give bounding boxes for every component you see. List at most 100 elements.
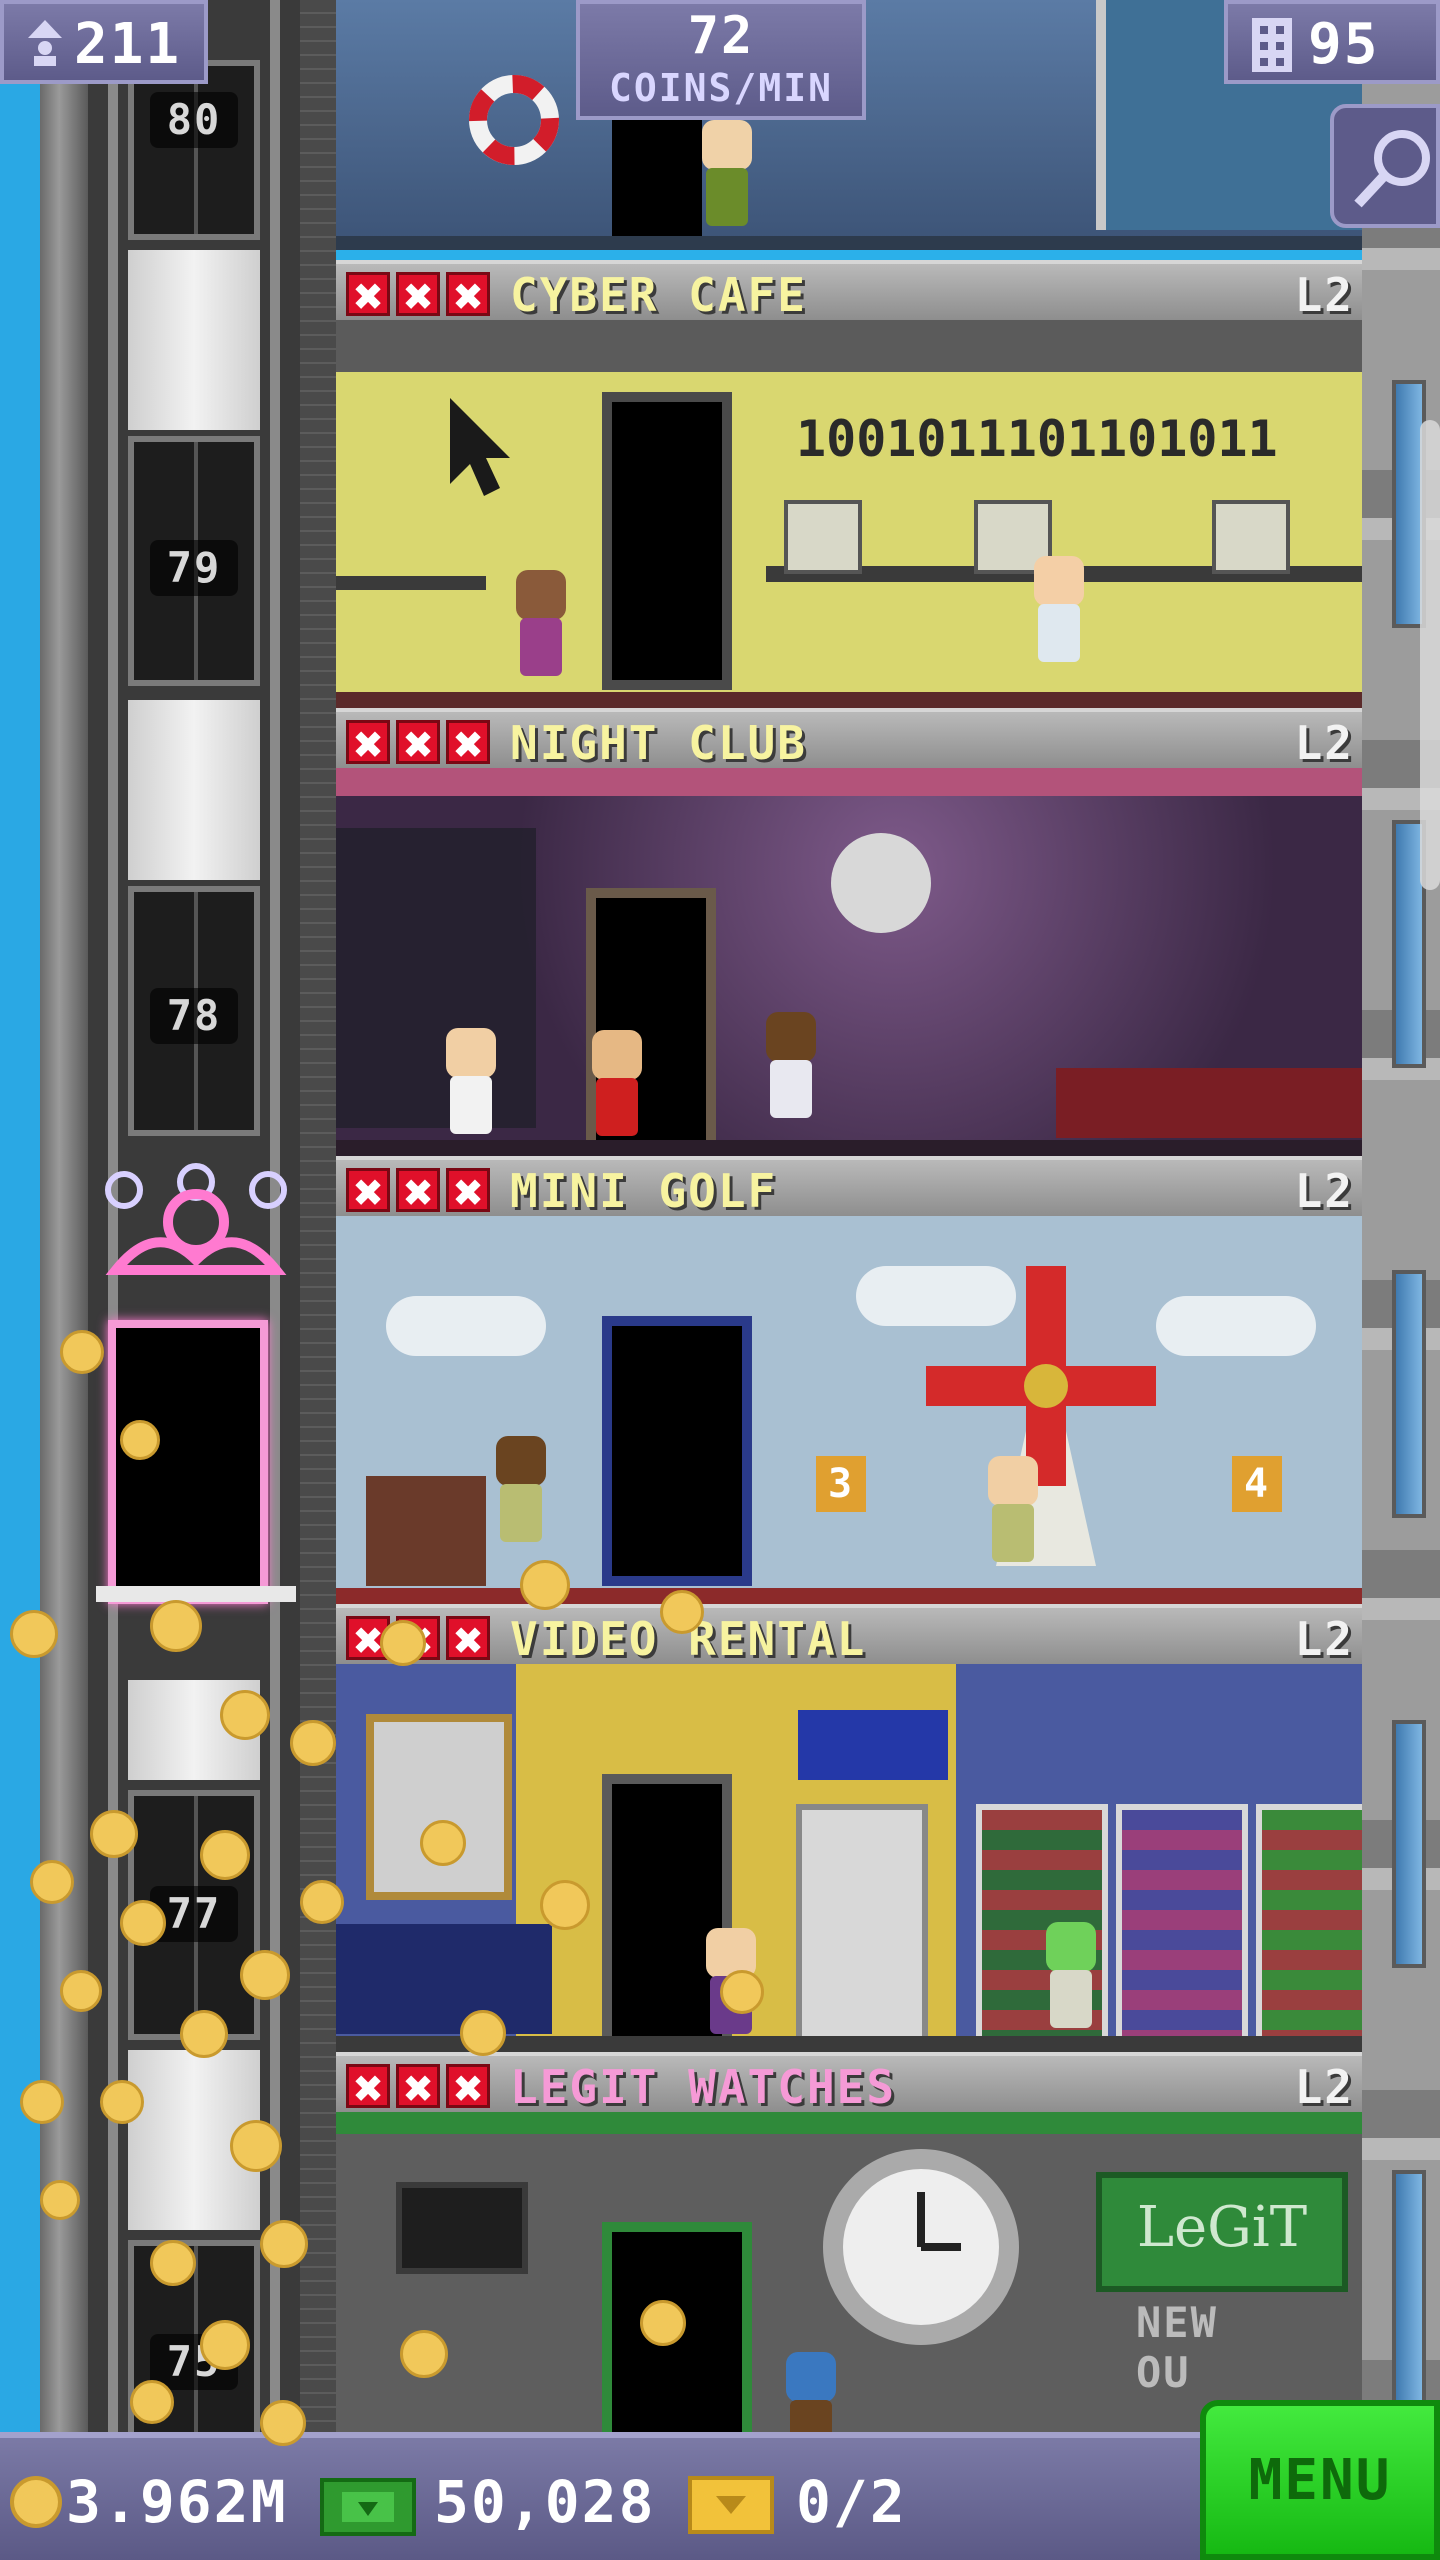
star-icon: ✖: [446, 1168, 490, 1215]
room-door: [612, 120, 702, 250]
floor-number: 79: [150, 540, 238, 596]
sky: [0, 0, 40, 2440]
resident[interactable]: [436, 1028, 506, 1138]
binary-wall-text: 1001011101101011: [796, 410, 1278, 468]
falling-coin: [20, 2080, 64, 2124]
falling-coin: [10, 1610, 58, 1658]
elevator-crown-ornament: [105, 1163, 287, 1275]
resident[interactable]: [1024, 556, 1094, 666]
star-icon: ✖: [346, 1168, 390, 1215]
falling-coin: [200, 1830, 250, 1880]
counter: [336, 576, 486, 590]
falling-coin: [120, 1420, 160, 1460]
floor-cyber-cafe[interactable]: ✖ ✖ ✖ CYBER CAFE L2 1001011101101011: [336, 260, 1362, 710]
floor-header: ✖ ✖ ✖ CYBER CAFE L2: [336, 260, 1362, 322]
falling-coin: [260, 2400, 306, 2446]
legit-sign: LeGiT: [1096, 2172, 1348, 2292]
floor-title: NIGHT CLUB: [510, 716, 807, 770]
room-scene: [336, 768, 1362, 1158]
window: [1392, 1270, 1426, 1518]
neon-ceiling: [336, 768, 1362, 796]
population-counter[interactable]: 211: [0, 0, 208, 84]
falling-coin: [230, 2120, 282, 2172]
hole-sign: 4: [1232, 1456, 1282, 1512]
floor-number: 80: [150, 92, 238, 148]
scroll-handle[interactable]: [1420, 420, 1440, 890]
room-scene: LeGiT NEW OU: [336, 2112, 1362, 2440]
room-scene: 1001011101101011: [336, 320, 1362, 710]
coins-value: 3.962M: [66, 2468, 288, 2536]
zoom-button[interactable]: [1330, 104, 1440, 228]
star-icon: ✖: [396, 1168, 440, 1215]
room-scene: 3 4: [336, 1216, 1362, 1606]
bux-value: 50,028: [434, 2468, 656, 2536]
star-icon: ✖: [346, 2064, 390, 2111]
resident[interactable]: [756, 1012, 826, 1122]
ticket-sign: [792, 1704, 954, 1786]
resident[interactable]: [776, 2352, 846, 2440]
falling-coin: [60, 1970, 102, 2012]
cloud: [386, 1296, 546, 1356]
resident[interactable]: [582, 1030, 652, 1140]
coins-per-min-panel: 72 COINS/MIN: [576, 0, 866, 120]
shaft-gap: [128, 700, 260, 880]
floor-level: L2: [1294, 2060, 1354, 2114]
elevator-door: [128, 60, 260, 240]
disco-ball-icon: [831, 833, 931, 933]
falling-coin: [40, 2180, 80, 2220]
star-icon: ✖: [396, 2064, 440, 2111]
falling-coin: [30, 1860, 74, 1904]
star-icon: ✖: [346, 272, 390, 319]
building-edge: [40, 0, 88, 2440]
floor-night-club[interactable]: ✖ ✖ ✖ NIGHT CLUB L2: [336, 708, 1362, 1158]
floor-video-rental[interactable]: ✖ ✖ ✖ VIDEO RENTAL L2: [336, 1604, 1362, 2054]
resident[interactable]: [506, 570, 576, 680]
menu-button[interactable]: MENU: [1200, 2400, 1440, 2560]
elevator-car-sill: [96, 1586, 296, 1602]
resident[interactable]: [486, 1436, 556, 1546]
falling-coin: [420, 1820, 466, 1866]
falling-coin: [180, 2010, 228, 2058]
falling-coin: [100, 2080, 144, 2124]
falling-coin: [380, 1620, 426, 1666]
coins-per-min-label: COINS/MIN: [609, 66, 833, 110]
movie-shelf: [1256, 1804, 1362, 2046]
poster: [366, 1714, 512, 1900]
life-ring-icon: [469, 75, 559, 165]
ceiling: [336, 320, 1362, 372]
floor-mini-golf[interactable]: ✖ ✖ ✖ MINI GOLF L2 3 4: [336, 1156, 1362, 1606]
room-floor: [336, 236, 1362, 250]
falling-coin: [460, 2010, 506, 2056]
floor-level: L2: [1294, 1164, 1354, 1218]
room-scene: [336, 1664, 1362, 2054]
coin-icon: [10, 2476, 62, 2528]
star-icon: ✖: [446, 1616, 490, 1663]
resident[interactable]: [692, 120, 762, 230]
shaft-gap: [128, 250, 260, 430]
floor-count-value: 95: [1308, 12, 1380, 77]
falling-coin: [260, 2220, 308, 2268]
hole-sign: 3: [816, 1456, 866, 1512]
resident[interactable]: [1036, 1922, 1106, 2032]
shaft-cable: [300, 0, 336, 2440]
green-trim: [336, 2112, 1362, 2134]
falling-coin: [200, 2320, 250, 2370]
cloud: [1156, 1296, 1316, 1356]
new-sign-line2: OU: [1136, 2348, 1191, 2397]
computer: [1212, 500, 1290, 574]
falling-coin: [90, 1810, 138, 1858]
resident[interactable]: [978, 1456, 1048, 1566]
falling-coin: [660, 1590, 704, 1634]
floor-count-button[interactable]: 95: [1224, 0, 1440, 84]
falling-coin: [150, 2240, 196, 2286]
floor-legit-watches[interactable]: ✖ ✖ ✖ LEGIT WATCHES L2 LeGiT NEW OU: [336, 2052, 1362, 2440]
falling-coin: [240, 1950, 290, 2000]
falling-coin: [290, 1720, 336, 1766]
elevator-car[interactable]: [96, 1160, 296, 1660]
falling-coin: [540, 1880, 590, 1930]
floor-number: 78: [150, 988, 238, 1044]
couch: [1056, 1068, 1362, 1138]
elevator-car-doorway: [108, 1320, 268, 1604]
room-door: [602, 392, 732, 690]
floor-header: ✖ ✖ ✖ LEGIT WATCHES L2: [336, 2052, 1362, 2114]
